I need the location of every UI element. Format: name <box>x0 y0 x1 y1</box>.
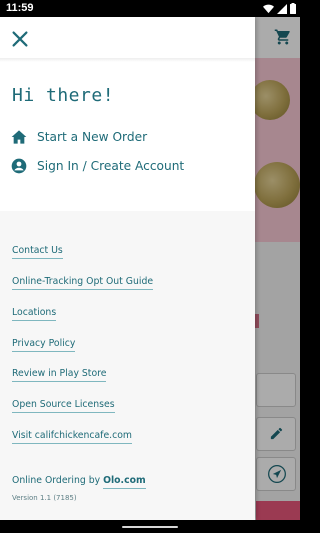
contact-us-link[interactable]: Contact Us <box>12 245 63 259</box>
version-text: Version 1.1 (7185) <box>12 494 77 502</box>
tracking-opt-out-link[interactable]: Online-Tracking Opt Out Guide <box>12 276 154 290</box>
cellular-icon <box>277 3 287 14</box>
links-panel: Contact Us Online-Tracking Opt Out Guide… <box>0 211 255 520</box>
home-icon <box>11 130 27 144</box>
close-button[interactable] <box>9 28 31 50</box>
close-icon <box>12 31 28 47</box>
navigation-drawer: Hi there! Start a New Order Sign In / Cr… <box>0 17 255 520</box>
start-new-order-item[interactable]: Start a New Order <box>11 126 147 148</box>
review-play-store-link[interactable]: Review in Play Store <box>12 368 107 382</box>
olo-link[interactable]: Olo.com <box>103 475 146 489</box>
online-ordering-label: Online Ordering by <box>12 475 101 486</box>
system-nav-bar <box>0 520 300 533</box>
battery-icon <box>290 3 296 14</box>
open-source-licenses-link[interactable]: Open Source Licenses <box>12 399 115 413</box>
status-time: 11:59 <box>6 2 34 14</box>
status-icons <box>263 3 296 14</box>
status-bar: 11:59 <box>0 0 300 17</box>
online-ordering-credit: Online Ordering by Olo.com <box>12 475 146 489</box>
menu-item-label: Sign In / Create Account <box>37 159 185 173</box>
sign-in-create-account-item[interactable]: Sign In / Create Account <box>11 155 184 177</box>
privacy-policy-link[interactable]: Privacy Policy <box>12 338 76 352</box>
visit-website-link[interactable]: Visit califchickencafe.com <box>12 430 132 444</box>
locations-link[interactable]: Locations <box>12 307 57 321</box>
home-gesture-handle[interactable] <box>122 526 178 528</box>
greeting-heading: Hi there! <box>12 85 115 106</box>
drawer-header-divider <box>0 58 255 62</box>
menu-item-label: Start a New Order <box>37 130 148 144</box>
wifi-icon <box>263 4 274 13</box>
account-circle-icon <box>11 158 27 174</box>
